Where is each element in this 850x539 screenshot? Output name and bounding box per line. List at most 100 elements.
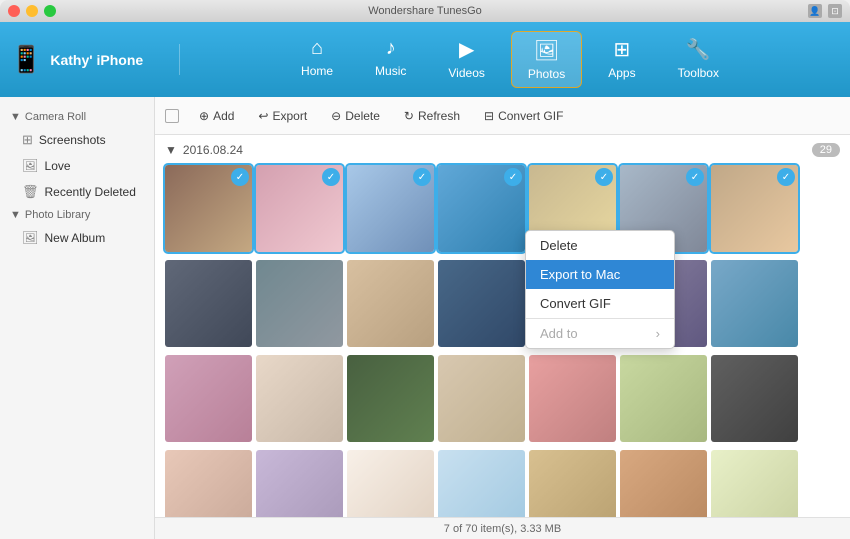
nav-music-label: Music (375, 64, 406, 78)
photo-check-5: ✓ (595, 168, 613, 186)
sidebar-item-screenshots[interactable]: ⊞ Screenshots (0, 127, 154, 153)
context-add-to[interactable]: Add to › (526, 319, 674, 348)
gif-icon: ⊟ (484, 109, 494, 123)
photo-28[interactable] (711, 450, 798, 517)
photo-26[interactable] (529, 450, 616, 517)
collapse-icon: ▼ (10, 111, 21, 123)
nav-home[interactable]: ⌂ Home (285, 31, 349, 88)
nav-bar: ⌂ Home ♪ Music ▶ Videos 🖼 Photos ⊞ Apps … (180, 31, 840, 88)
photo-check-6: ✓ (686, 168, 704, 186)
music-icon: ♪ (386, 37, 396, 60)
photo-25[interactable] (438, 450, 525, 517)
titlebar: Wondershare TunesGo 👤 ⊡ (0, 0, 850, 22)
photo-23[interactable] (256, 450, 343, 517)
sidebar: ▼ Camera Roll ⊞ Screenshots 🖼 Love 🗑 Rec… (0, 97, 155, 539)
photo-20[interactable] (620, 355, 707, 442)
trash-icon: 🗑 (22, 184, 39, 200)
nav-music[interactable]: ♪ Music (359, 31, 422, 88)
photo-22[interactable] (165, 450, 252, 517)
album-icon: 🖼 (22, 230, 39, 246)
sidebar-item-new-album[interactable]: 🖼 New Album (0, 225, 154, 251)
home-icon: ⌂ (311, 37, 323, 60)
photo-24[interactable] (347, 450, 434, 517)
context-menu: Delete Export to Mac Convert GIF Add to … (525, 230, 675, 349)
content-area: ⊕ Add ↩ Export ⊖ Delete ↻ Refresh ⊟ Conv… (155, 97, 850, 539)
user-icon[interactable]: 👤 (808, 4, 822, 18)
statusbar: 7 of 70 item(s), 3.33 MB (155, 517, 850, 539)
nav-videos-label: Videos (448, 66, 484, 80)
photo-1[interactable]: ✓ (165, 165, 252, 252)
refresh-icon: ↻ (404, 109, 414, 123)
photo-18[interactable] (438, 355, 525, 442)
device-name: Kathy' iPhone (50, 52, 143, 68)
nav-home-label: Home (301, 64, 333, 78)
nav-toolbox-label: Toolbox (678, 66, 719, 80)
add-to-label: Add to (540, 326, 578, 341)
photos-row-4 (165, 450, 840, 517)
date-collapse-icon: ▼ (165, 143, 177, 157)
header: 📱 Kathy' iPhone ⌂ Home ♪ Music ▶ Videos … (0, 22, 850, 97)
photo-10[interactable] (347, 260, 434, 347)
nav-videos[interactable]: ▶ Videos (432, 31, 500, 88)
titlebar-actions: 👤 ⊡ (808, 4, 842, 18)
traffic-lights (8, 5, 56, 17)
collapse-icon-2: ▼ (10, 209, 21, 221)
photo-check-1: ✓ (231, 168, 249, 186)
sidebar-item-recently-deleted[interactable]: 🗑 Recently Deleted (0, 179, 154, 205)
date-header: ▼ 2016.08.24 29 (165, 143, 840, 157)
main-layout: ▼ Camera Roll ⊞ Screenshots 🖼 Love 🗑 Rec… (0, 97, 850, 539)
nav-toolbox[interactable]: 🔧 Toolbox (662, 31, 735, 88)
photo-11[interactable] (438, 260, 525, 347)
minimize-button[interactable] (26, 5, 38, 17)
love-icon: 🖼 (22, 158, 39, 174)
sidebar-section-photo-library: ▼ Photo Library (0, 205, 154, 225)
photo-check-2: ✓ (322, 168, 340, 186)
photo-16[interactable] (256, 355, 343, 442)
photos-container: ▼ 2016.08.24 29 ✓ ✓ ✓ ✓ (155, 135, 850, 517)
device-icon: 📱 (10, 44, 42, 75)
maximize-button[interactable] (44, 5, 56, 17)
photo-8[interactable] (165, 260, 252, 347)
nav-apps[interactable]: ⊞ Apps (592, 31, 651, 88)
photo-2[interactable]: ✓ (256, 165, 343, 252)
delete-icon: ⊖ (331, 109, 341, 123)
delete-button[interactable]: ⊖ Delete (321, 105, 390, 127)
photo-3[interactable]: ✓ (347, 165, 434, 252)
export-button[interactable]: ↩ Export (248, 105, 317, 127)
submenu-arrow: › (656, 326, 660, 341)
sidebar-item-love[interactable]: 🖼 Love (0, 153, 154, 179)
photos-icon: 🖼 (534, 38, 559, 63)
context-delete[interactable]: Delete (526, 231, 674, 260)
select-all-checkbox[interactable] (165, 109, 179, 123)
context-export-to-mac[interactable]: Export to Mac (526, 260, 674, 289)
photo-check-7: ✓ (777, 168, 795, 186)
photo-17[interactable] (347, 355, 434, 442)
photo-7[interactable]: ✓ (711, 165, 798, 252)
photo-19[interactable] (529, 355, 616, 442)
device-info: 📱 Kathy' iPhone (10, 44, 180, 75)
photo-4[interactable]: ✓ (438, 165, 525, 252)
photo-9[interactable] (256, 260, 343, 347)
add-button[interactable]: ⊕ Add (189, 105, 244, 127)
convert-gif-button[interactable]: ⊟ Convert GIF (474, 105, 573, 127)
toolbox-icon: 🔧 (686, 37, 711, 62)
close-button[interactable] (8, 5, 20, 17)
photos-row-1: ✓ ✓ ✓ ✓ ✓ ✓ (165, 165, 840, 252)
photos-row-3 (165, 355, 840, 442)
photos-row-2 (165, 260, 840, 347)
photo-27[interactable] (620, 450, 707, 517)
photo-check-4: ✓ (504, 168, 522, 186)
context-convert-gif[interactable]: Convert GIF (526, 289, 674, 318)
settings-icon[interactable]: ⊡ (828, 4, 842, 18)
nav-photos[interactable]: 🖼 Photos (511, 31, 582, 88)
screenshots-icon: ⊞ (22, 132, 33, 148)
date-label: 2016.08.24 (183, 143, 243, 157)
app-title: Wondershare TunesGo (368, 5, 482, 17)
nav-apps-label: Apps (608, 66, 635, 80)
apps-icon: ⊞ (614, 37, 631, 62)
refresh-button[interactable]: ↻ Refresh (394, 105, 470, 127)
photo-21[interactable] (711, 355, 798, 442)
photo-15[interactable] (165, 355, 252, 442)
add-icon: ⊕ (199, 109, 209, 123)
photo-14[interactable] (711, 260, 798, 347)
